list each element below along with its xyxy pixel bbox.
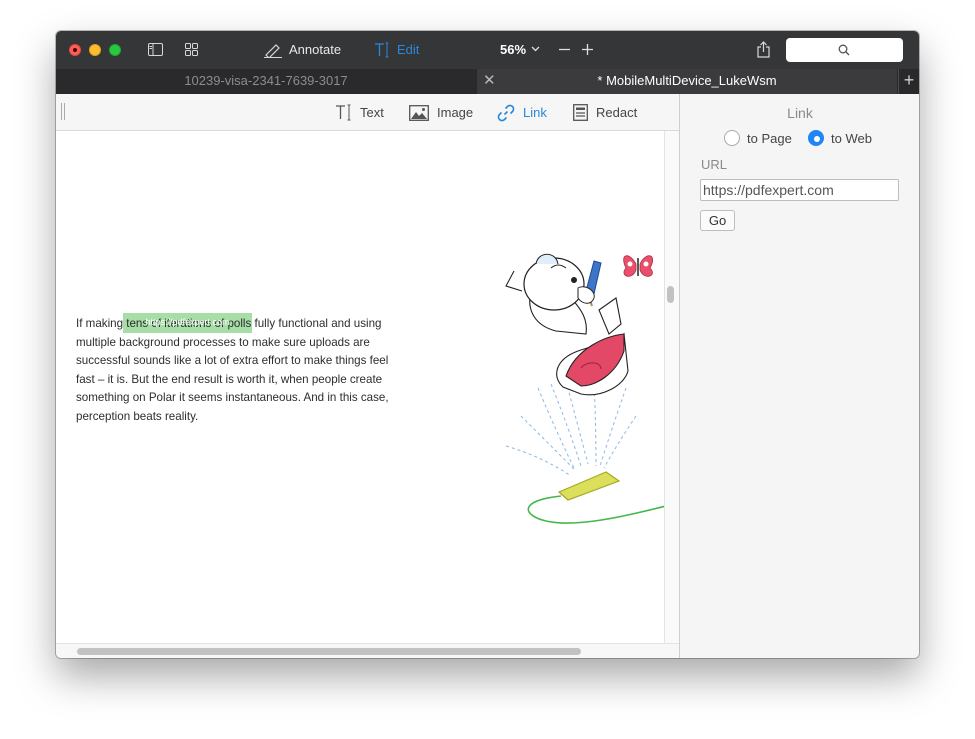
tab-bar: 10239-visa-2341-7639-3017 ✕ * MobileMult… — [56, 69, 919, 94]
zoom-in-icon[interactable] — [582, 44, 593, 55]
link-tool-label: Link — [523, 105, 547, 120]
app-window: Annotate Edit 56% 10239-visa-2341-7639-3… — [56, 31, 919, 658]
new-tab-button[interactable]: + — [898, 69, 919, 94]
to-page-label: to Page — [747, 130, 792, 146]
link-tool-button[interactable]: Link — [497, 94, 547, 131]
zoom-level[interactable]: 56% — [500, 42, 526, 57]
tab-document-1[interactable]: 10239-visa-2341-7639-3017 — [56, 69, 476, 94]
annotate-button[interactable]: Annotate — [289, 42, 341, 57]
link-inspector-panel: Link to Page to Web URL Go — [679, 94, 919, 658]
zoom-out-icon[interactable] — [559, 44, 570, 55]
image-tool-icon — [409, 104, 429, 121]
url-label: URL — [701, 157, 728, 172]
to-web-label: to Web — [831, 130, 872, 146]
vertical-scroll-thumb[interactable] — [667, 286, 674, 303]
to-web-option[interactable]: to Web — [808, 130, 872, 146]
grid-view-icon[interactable] — [185, 43, 198, 56]
vertical-scrollbar[interactable] — [664, 131, 679, 643]
tab-title: 10239-visa-2341-7639-3017 — [184, 73, 348, 88]
redact-tool-button[interactable]: Redact — [573, 94, 637, 131]
url-input[interactable] — [700, 179, 899, 201]
link-tool-icon — [497, 104, 515, 121]
image-tool-label: Image — [437, 105, 474, 120]
horizontal-scroll-thumb[interactable] — [77, 648, 581, 655]
title-bar: Annotate Edit 56% — [56, 31, 919, 69]
edit-button[interactable]: Edit — [397, 42, 419, 57]
redact-tool-label: Redact — [596, 105, 638, 120]
text-tool-button[interactable]: Text — [335, 94, 384, 131]
redact-tool-icon — [573, 104, 588, 121]
text-tool-label: Text — [360, 105, 384, 120]
edit-text-icon[interactable] — [374, 42, 390, 58]
search-input[interactable] — [786, 38, 903, 62]
go-button[interactable]: Go — [700, 210, 735, 231]
chevron-down-icon[interactable] — [531, 46, 540, 52]
toolbar-drag-handle[interactable] — [61, 103, 65, 120]
text-tool-icon — [336, 104, 351, 121]
document-page[interactable]: If making tens of iterations of polls fu… — [56, 131, 664, 643]
search-icon — [838, 44, 850, 56]
share-icon[interactable] — [757, 41, 770, 58]
to-page-radio[interactable] — [724, 130, 740, 146]
window-close-button[interactable] — [69, 44, 81, 56]
window-minimize-button[interactable] — [89, 44, 101, 56]
to-web-radio[interactable] — [808, 130, 824, 146]
to-page-option[interactable]: to Page — [724, 130, 792, 146]
panel-title: Link — [787, 105, 813, 121]
link-url-tooltip: https://pdfexpert.com — [145, 317, 230, 327]
document-paragraph: If making tens of iterations of polls fu… — [76, 317, 389, 423]
window-zoom-button[interactable] — [109, 44, 121, 56]
tab-title: * MobileMultiDevice_LukeWsm — [597, 73, 777, 88]
annotate-pen-icon[interactable] — [264, 42, 282, 58]
polar-bear-illustration — [505, 253, 664, 524]
image-tool-button[interactable]: Image — [409, 94, 473, 131]
tab-document-2[interactable]: ✕ * MobileMultiDevice_LukeWsm — [477, 69, 897, 94]
sidebar-toggle-icon[interactable] — [148, 43, 163, 56]
edit-toolbar: Text Image Link Redact — [56, 94, 679, 131]
